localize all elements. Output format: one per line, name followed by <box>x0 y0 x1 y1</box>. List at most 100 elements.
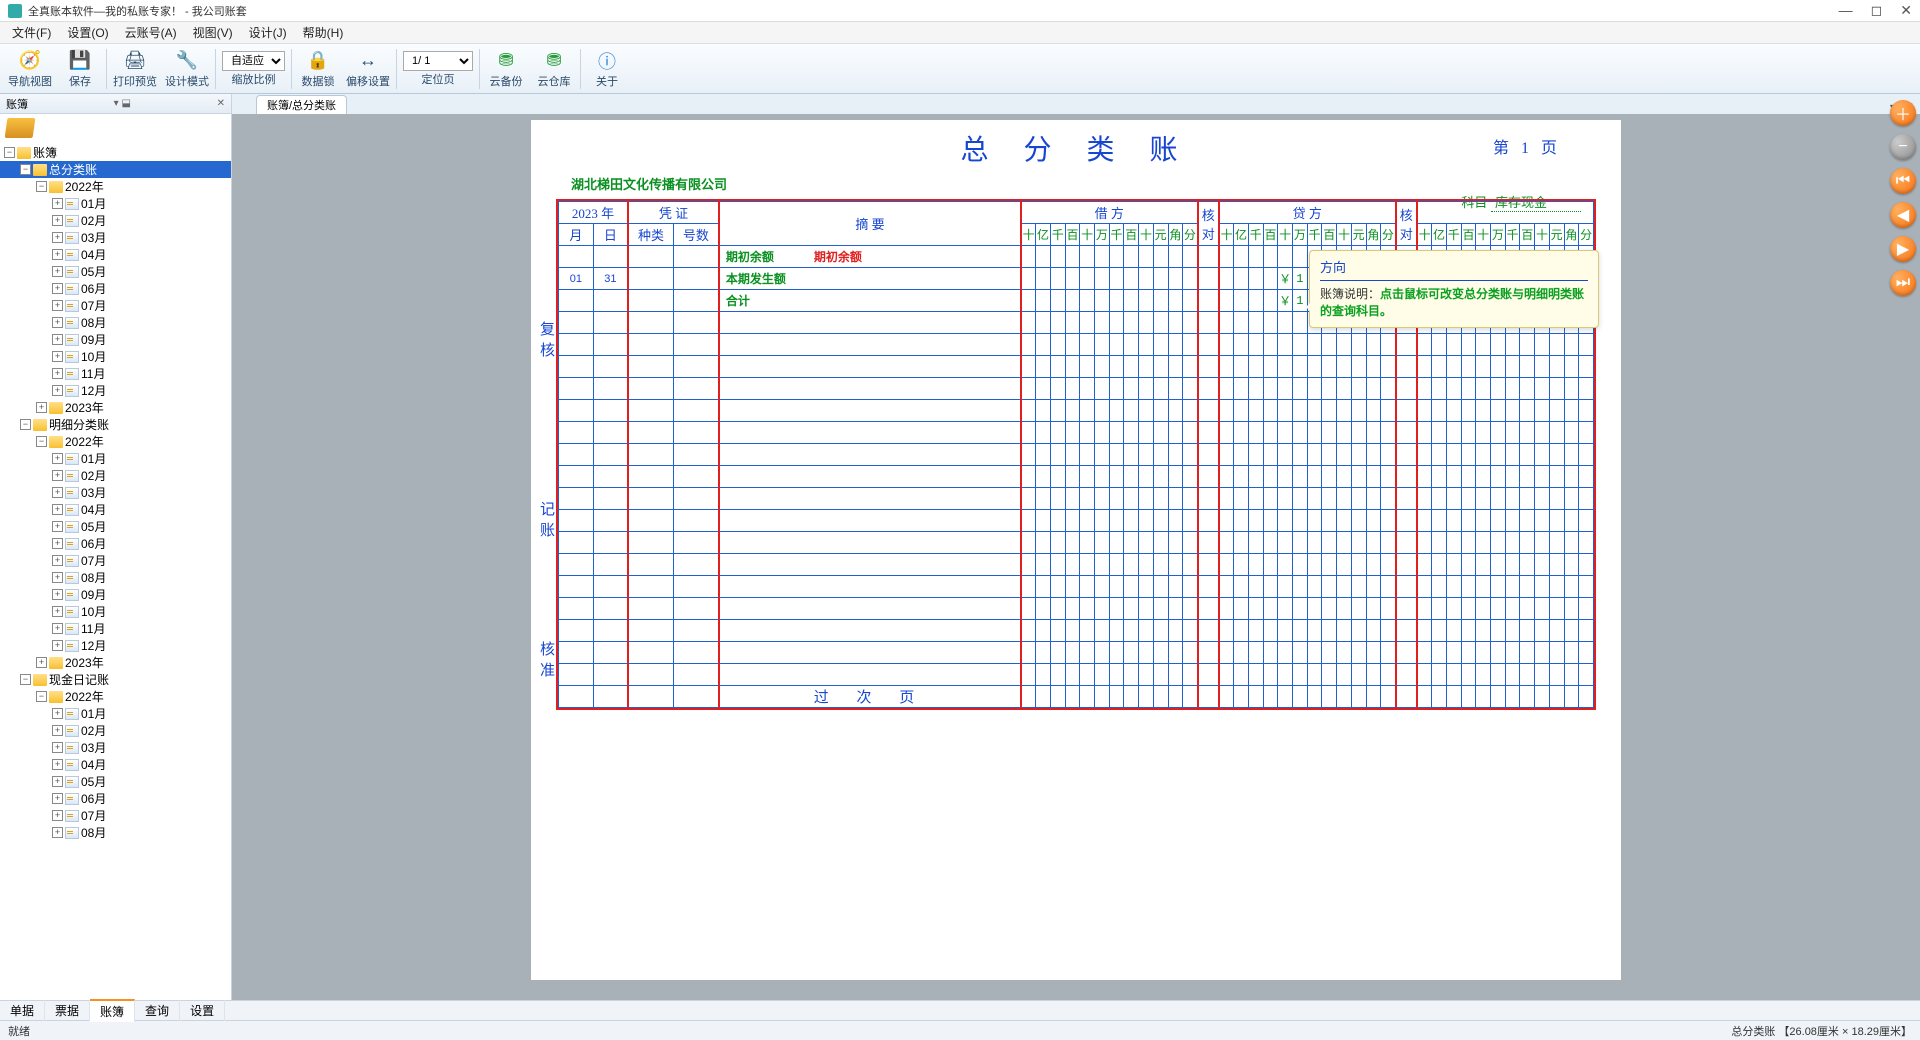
sidebar-header: 账簿 ▾ ⬓ ✕ <box>0 94 231 114</box>
document-tab-bar: 账簿/总分类账 ▾ ✕ <box>232 94 1920 114</box>
maximize-button[interactable]: ◻ <box>1871 2 1883 19</box>
ledger-tree[interactable]: −账簿−总分类账−2022年+01月+02月+03月+04月+05月+06月+0… <box>0 142 231 1000</box>
tree-item[interactable]: +03月 <box>0 484 231 501</box>
tree-item[interactable]: +07月 <box>0 297 231 314</box>
tooltip-title: 方向 <box>1320 257 1588 281</box>
tree-item[interactable]: +01月 <box>0 450 231 467</box>
prev-page-button[interactable]: ◀ <box>1890 202 1916 228</box>
tree-item[interactable]: +10月 <box>0 348 231 365</box>
wrench-icon: 🔧 <box>175 49 199 73</box>
app-icon <box>8 4 22 18</box>
tree-item[interactable]: −明细分类账 <box>0 416 231 433</box>
tree-item[interactable]: +2023年 <box>0 399 231 416</box>
tree-item[interactable]: +02月 <box>0 212 231 229</box>
cloud-store-button[interactable]: ⛃云仓库 <box>530 45 578 93</box>
design-mode-button[interactable]: 🔧设计模式 <box>161 45 213 93</box>
menu-cloud-account[interactable]: 云账号(A) <box>119 22 183 43</box>
tree-item[interactable]: +05月 <box>0 773 231 790</box>
first-page-button[interactable]: ⏮ <box>1890 168 1916 194</box>
info-icon: ⓘ <box>595 49 619 73</box>
tree-item[interactable]: +02月 <box>0 722 231 739</box>
toolbar: 🧭导航视图 💾保存 🖨打印预览 🔧设计模式 自适应 缩放比例 🔒数据锁 ↔偏移设… <box>0 44 1920 94</box>
cloud-store-icon: ⛃ <box>542 49 566 73</box>
tree-item[interactable]: +03月 <box>0 229 231 246</box>
tree-item[interactable]: +2023年 <box>0 654 231 671</box>
nav-view-button[interactable]: 🧭导航视图 <box>4 45 56 93</box>
tooltip-body: 账簿说明：点击鼠标可改变总分类账与明细明类账的查询科目。 <box>1320 285 1588 319</box>
menu-design[interactable]: 设计(J) <box>243 22 293 43</box>
next-page-button[interactable]: ▶ <box>1890 236 1916 262</box>
tree-item[interactable]: +01月 <box>0 195 231 212</box>
tree-item[interactable]: −账簿 <box>0 144 231 161</box>
save-button[interactable]: 💾保存 <box>56 45 104 93</box>
bottom-tab[interactable]: 设置 <box>180 1000 225 1021</box>
offset-settings-button[interactable]: ↔偏移设置 <box>342 45 394 93</box>
lock-icon: 🔒 <box>306 49 330 73</box>
tree-item[interactable]: +08月 <box>0 824 231 841</box>
cloud-backup-button[interactable]: ⛃云备份 <box>482 45 530 93</box>
status-left: 就绪 <box>8 1023 30 1039</box>
print-preview-button[interactable]: 🖨打印预览 <box>109 45 161 93</box>
tree-item[interactable]: +09月 <box>0 586 231 603</box>
float-toolbar: ＋ − ⏮ ◀ ▶ ⏭ <box>1890 100 1916 296</box>
tree-item[interactable]: +05月 <box>0 518 231 535</box>
tree-item[interactable]: −现金日记账 <box>0 671 231 688</box>
tree-item[interactable]: +11月 <box>0 365 231 382</box>
save-icon: 💾 <box>68 49 92 73</box>
window-buttons: — ◻ ✕ <box>1839 2 1912 19</box>
minimize-button[interactable]: — <box>1839 2 1853 19</box>
tree-item[interactable]: +10月 <box>0 603 231 620</box>
last-page-button[interactable]: ⏭ <box>1890 270 1916 296</box>
page-number: 第 1 页 <box>1493 134 1561 158</box>
tree-item[interactable]: +07月 <box>0 807 231 824</box>
zoom-combo[interactable]: 自适应 <box>222 51 285 71</box>
sidebar-book-icon <box>0 114 231 142</box>
tree-item[interactable]: +08月 <box>0 569 231 586</box>
sidebar-close-button[interactable]: ✕ <box>217 98 225 109</box>
menu-file[interactable]: 文件(F) <box>6 22 57 43</box>
tree-item[interactable]: +03月 <box>0 739 231 756</box>
tree-item[interactable]: +06月 <box>0 790 231 807</box>
tree-item[interactable]: +11月 <box>0 620 231 637</box>
page-combo[interactable]: 1/ 1 <box>403 51 473 71</box>
tree-item[interactable]: −2022年 <box>0 433 231 450</box>
zoom-in-button[interactable]: ＋ <box>1890 100 1916 126</box>
tree-item[interactable]: +04月 <box>0 756 231 773</box>
window-title: 全真账本软件—我的私账专家！ - 我公司账套 <box>28 3 247 19</box>
menu-help[interactable]: 帮助(H) <box>297 22 350 43</box>
menu-view[interactable]: 视图(V) <box>187 22 239 43</box>
zoom-out-button[interactable]: − <box>1890 134 1916 160</box>
tree-item[interactable]: −2022年 <box>0 688 231 705</box>
offset-icon: ↔ <box>356 49 380 73</box>
sidebar: 账簿 ▾ ⬓ ✕ −账簿−总分类账−2022年+01月+02月+03月+04月+… <box>0 94 232 1000</box>
tree-item[interactable]: +04月 <box>0 246 231 263</box>
tree-item[interactable]: +07月 <box>0 552 231 569</box>
menu-bar: 文件(F) 设置(O) 云账号(A) 视图(V) 设计(J) 帮助(H) <box>0 22 1920 44</box>
document-tab[interactable]: 账簿/总分类账 <box>256 95 347 114</box>
about-button[interactable]: ⓘ关于 <box>583 45 631 93</box>
bottom-tab[interactable]: 账簿 <box>90 999 135 1022</box>
close-button[interactable]: ✕ <box>1900 2 1912 19</box>
tree-item[interactable]: +06月 <box>0 535 231 552</box>
tree-item[interactable]: −2022年 <box>0 178 231 195</box>
title-bar: 全真账本软件—我的私账专家！ - 我公司账套 — ◻ ✕ <box>0 0 1920 22</box>
bottom-tab[interactable]: 查询 <box>135 1000 180 1021</box>
bottom-tab[interactable]: 单据 <box>0 1000 45 1021</box>
tree-item[interactable]: +06月 <box>0 280 231 297</box>
tree-item[interactable]: +12月 <box>0 637 231 654</box>
status-bar: 就绪 总分类账 【26.08厘米 × 18.29厘米】 <box>0 1020 1920 1040</box>
tree-item[interactable]: +02月 <box>0 467 231 484</box>
nav-view-icon: 🧭 <box>18 49 42 73</box>
help-tooltip: 方向 账簿说明：点击鼠标可改变总分类账与明细明类账的查询科目。 <box>1309 250 1599 328</box>
menu-settings[interactable]: 设置(O) <box>61 22 114 43</box>
tree-item[interactable]: +05月 <box>0 263 231 280</box>
bottom-tab[interactable]: 票据 <box>45 1000 90 1021</box>
tree-item[interactable]: +12月 <box>0 382 231 399</box>
data-lock-button[interactable]: 🔒数据锁 <box>294 45 342 93</box>
tree-item[interactable]: +09月 <box>0 331 231 348</box>
tree-item[interactable]: +04月 <box>0 501 231 518</box>
tree-item[interactable]: +01月 <box>0 705 231 722</box>
tree-item[interactable]: −总分类账 <box>0 161 231 178</box>
tree-item[interactable]: +08月 <box>0 314 231 331</box>
ledger-title: 总 分 类 账 <box>531 128 1621 168</box>
